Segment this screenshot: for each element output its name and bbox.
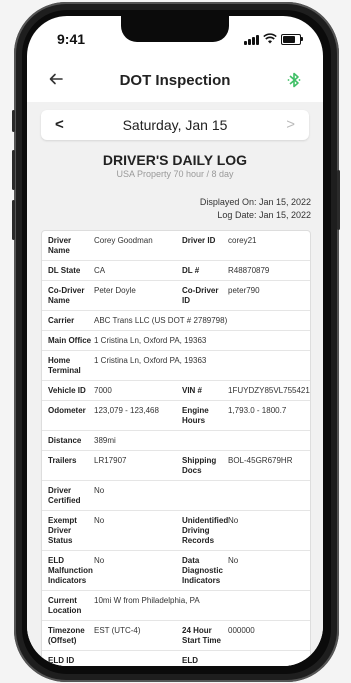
log-row: Co-Driver Name Peter Doyle Co-Driver ID pet… [42, 281, 310, 311]
log-row: Vehicle ID 7000 VIN # 1FUYDZY85VL755421 [42, 381, 310, 401]
row-label: Unidentified Driving Records [182, 516, 229, 545]
row-value: LR17907 [94, 456, 127, 465]
row-value: Corey Goodman [94, 236, 153, 245]
row-label: VIN # [182, 386, 203, 395]
row-label: Distance [48, 436, 82, 445]
row-label: ELD ID [48, 656, 75, 665]
row-label: DL State [48, 266, 81, 275]
row-value: EST (UTC-4) [94, 626, 141, 635]
log-row: Odometer 123,079 - 123,468 Engine Hours 1,7… [42, 401, 310, 431]
row-value: Peter Doyle [94, 286, 136, 295]
row-label: Driver Name [48, 236, 72, 255]
status-icons [244, 33, 303, 45]
log-content: < Saturday, Jan 15 > DRIVER'S DAILY LOG … [27, 102, 323, 666]
wifi-icon [263, 33, 277, 45]
next-day-button[interactable]: > [286, 116, 295, 133]
log-dates: Displayed On: Jan 15, 2022 Log Date: Jan… [200, 196, 311, 222]
row-label: Timezone (Offset) [48, 626, 85, 645]
row-value: 1 Cristina Ln, Oxford PA, 19363 [94, 336, 207, 345]
battery-icon [281, 34, 303, 45]
row-value: No [94, 486, 105, 495]
row-value [94, 656, 182, 666]
row-value [228, 656, 306, 666]
log-row: Timezone (Offset) EST (UTC-4) 24 Hour Star… [42, 621, 310, 651]
row-value: No [228, 556, 239, 565]
row-label: Driver Certified [48, 486, 81, 505]
row-value: BOL-45GR679HR [228, 456, 293, 465]
status-time: 9:41 [57, 31, 86, 47]
row-label: Vehicle ID [48, 386, 86, 395]
row-label: DL # [182, 266, 200, 275]
log-row: Current Location 10mi W from Philadelphia… [42, 591, 310, 621]
log-row: ELD ID ELD Provider [42, 651, 310, 666]
signal-icon [244, 35, 259, 45]
log-row: Exempt Driver Status No Unidentified Drivi… [42, 511, 310, 551]
page-title: DOT Inspection [119, 72, 231, 89]
row-value: CA [94, 266, 106, 275]
log-row: DL State CA DL # R48870879 [42, 261, 310, 281]
row-label: Data Diagnostic Indicators [182, 556, 223, 585]
row-label: Exempt Driver Status [48, 516, 77, 545]
volume-up-button [12, 150, 15, 190]
row-label: Driver ID [182, 236, 216, 245]
log-row: Driver Name Corey Goodman Driver ID corey21 [42, 231, 310, 261]
row-value: No [228, 516, 239, 525]
log-row: Main Office 1 Cristina Ln, Oxford PA, 193… [42, 331, 310, 351]
log-details-card: Driver Name Corey Goodman Driver ID corey21… [41, 230, 311, 666]
date-navigator: < Saturday, Jan 15 > [41, 110, 309, 140]
bluetooth-icon[interactable] [287, 71, 303, 89]
status-bar: 9:41 [27, 30, 323, 50]
row-label: Home Terminal [48, 356, 81, 375]
row-value: 389mi [94, 436, 116, 445]
row-value: 7000 [94, 386, 112, 395]
row-label: Odometer [48, 406, 86, 415]
row-label: ELD Malfunction Indicators [48, 556, 93, 585]
row-value: No [94, 516, 105, 525]
row-label: ELD Provider [182, 656, 198, 665]
displayed-on: Displayed On: Jan 15, 2022 [199, 197, 311, 207]
row-value: 1 Cristina Ln, Oxford PA, 19363 [94, 356, 207, 365]
row-value: 1,793.0 - 1800.7 [228, 406, 287, 415]
row-label: Trailers [48, 456, 77, 465]
log-row: Trailers LR17907 Shipping Docs BOL-45GR679H… [42, 451, 310, 481]
log-row: Driver Certified No [42, 481, 310, 511]
row-value: 1FUYDZY85VL755421 [228, 386, 310, 395]
row-label: Co-Driver Name [48, 286, 85, 305]
row-label: Co-Driver ID [182, 286, 219, 305]
row-value: peter790 [228, 286, 260, 295]
log-row: ELD Malfunction Indicators No Data Diagnos… [42, 551, 310, 591]
volume-down-button [12, 200, 15, 240]
row-value: 000000 [228, 626, 255, 635]
log-subtitle: USA Property 70 hour / 8 day [116, 169, 234, 179]
log-date: Log Date: Jan 15, 2022 [217, 210, 311, 220]
row-label: 24 Hour Start Time [182, 626, 221, 645]
log-row: Carrier ABC Trans LLC (US DOT # 2789798) [42, 311, 310, 331]
row-value: 10mi W from Philadelphia, PA [94, 596, 200, 605]
phone-screen: 9:41 DOT Inspection < Saturday, Jan 15 >… [27, 16, 323, 666]
row-value: corey21 [228, 236, 257, 245]
row-label: Engine Hours [182, 406, 209, 425]
log-row: Distance 389mi [42, 431, 310, 451]
log-title: DRIVER'S DAILY LOG [102, 152, 248, 168]
row-value: R48870879 [228, 266, 270, 275]
side-button [12, 110, 15, 132]
log-row: Home Terminal 1 Cristina Ln, Oxford PA, 1… [42, 351, 310, 381]
row-label: Carrier [48, 316, 75, 325]
row-label: Shipping Docs [182, 456, 217, 475]
power-button [337, 170, 340, 230]
app-header: DOT Inspection [27, 68, 323, 98]
row-value: 123,079 - 123,468 [94, 406, 159, 415]
row-label: Current Location [48, 596, 82, 615]
row-label: Main Office [48, 336, 92, 345]
current-date: Saturday, Jan 15 [122, 117, 228, 133]
row-value: ABC Trans LLC (US DOT # 2789798) [94, 316, 228, 325]
row-value: No [94, 556, 105, 565]
